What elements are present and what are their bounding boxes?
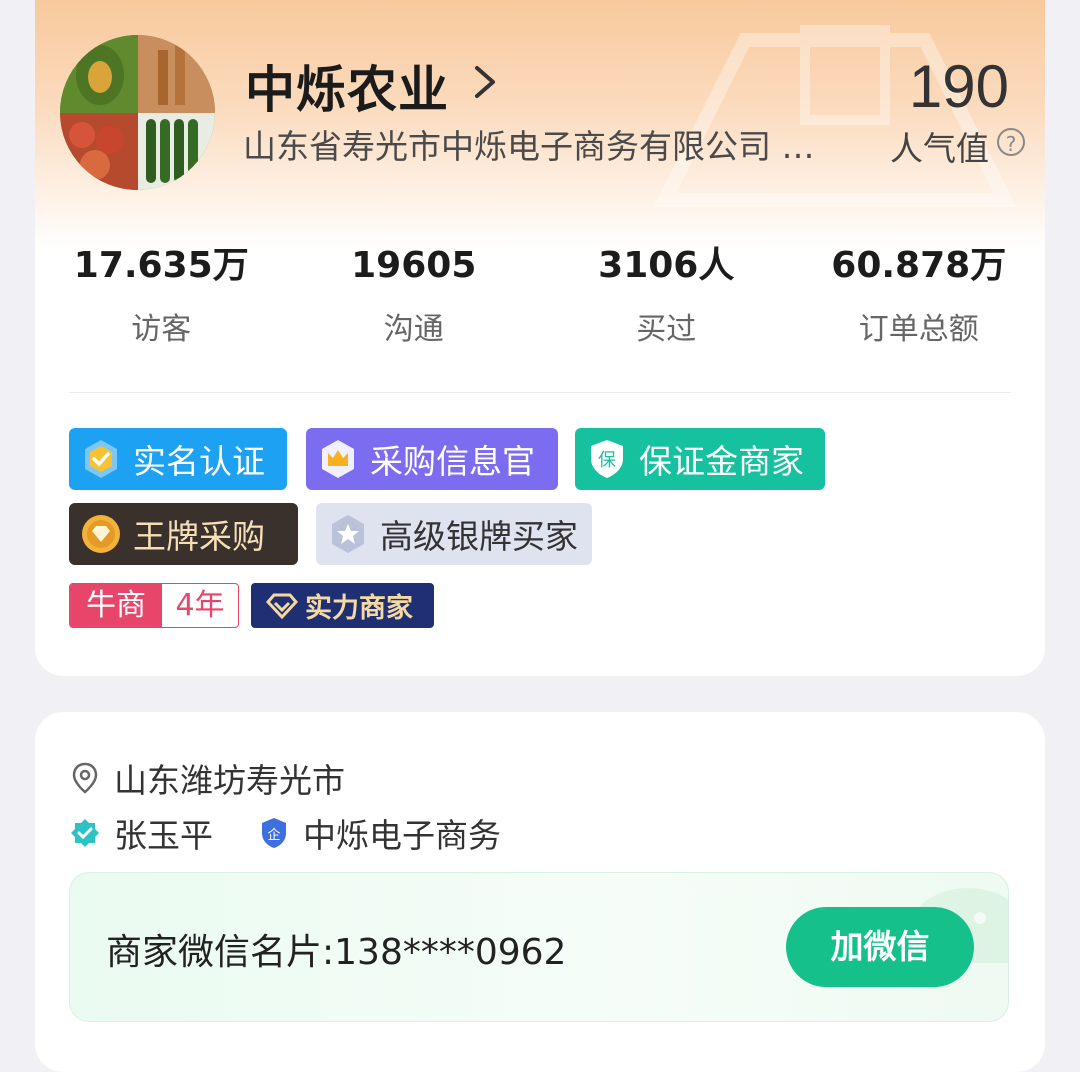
location-row: 山东潍坊寿光市: [70, 754, 345, 802]
chevron-right-icon[interactable]: [471, 62, 501, 102]
badge-ace-purchase[interactable]: 王牌采购: [69, 503, 298, 565]
stat-value: 19605: [351, 245, 477, 286]
svg-text:保: 保: [598, 450, 616, 471]
verified-person-icon: [71, 819, 99, 847]
diamond-medal-icon: [82, 515, 120, 553]
badge-label: 实力商家: [305, 593, 413, 624]
company-name: 山东省寿光市中烁电子商务有限公司 …: [243, 127, 815, 166]
popularity-value: 190: [908, 53, 1009, 120]
star-badge-icon: [332, 515, 364, 553]
person-name: 张玉平: [114, 816, 213, 855]
location-pin-icon: [72, 762, 98, 794]
stat-value: 60.878万: [831, 245, 1007, 286]
enterprise-shield-icon: 企: [262, 818, 286, 848]
badge-label: 实名认证: [133, 442, 265, 481]
diamond-icon: [265, 593, 299, 619]
popularity-label: 人气值: [890, 129, 989, 168]
stat-label: 订单总额: [858, 312, 979, 347]
badge-real-name[interactable]: 实名认证: [69, 428, 287, 490]
stat-value: 17.635万: [73, 245, 249, 286]
stat-label: 访客: [131, 312, 192, 347]
badge-niu-merchant[interactable]: 牛商 4年: [69, 583, 239, 628]
shield-icon: 保: [591, 440, 623, 478]
verified-icon: [85, 440, 117, 478]
niu-label: 牛商: [70, 584, 162, 627]
shop-avatar[interactable]: [60, 35, 215, 190]
person-row: 张玉平 企 中烁电子商务: [70, 809, 501, 857]
niu-years: 4年: [175, 588, 225, 623]
badge-deposit-merchant[interactable]: 保 保证金商家: [575, 428, 825, 490]
shop-name[interactable]: 中烁农业: [245, 50, 449, 122]
wechat-card: 商家微信名片:138****0962 加微信: [69, 872, 1009, 1022]
badge-label: 高级银牌买家: [380, 517, 578, 556]
location-text: 山东潍坊寿光市: [114, 761, 345, 800]
svg-text:企: 企: [267, 827, 280, 843]
help-icon[interactable]: ?: [997, 128, 1025, 156]
stat-value: 3106人: [598, 245, 735, 286]
stat-communications: 19605 沟通: [288, 240, 541, 348]
shop-card: 中烁农业 山东省寿光市中烁电子商务有限公司 … 190 人气值 ? 17.635…: [35, 0, 1045, 676]
badge-label: 王牌采购: [133, 517, 265, 556]
add-wechat-button[interactable]: 加微信: [786, 907, 974, 987]
stat-buyers: 3106人 买过: [540, 240, 793, 348]
badge-silver-buyer[interactable]: 高级银牌买家: [316, 503, 592, 565]
badge-label: 保证金商家: [639, 442, 804, 481]
crown-icon: [322, 440, 354, 478]
contact-card: 山东潍坊寿光市 张玉平 企 中烁电子商务 商家微信名片:138****0962 …: [35, 712, 1045, 1072]
stat-visitors: 17.635万 访客: [35, 240, 288, 348]
wechat-label: 商家微信名片:138****0962: [106, 932, 567, 973]
badge-purchase-officer[interactable]: 采购信息官: [306, 428, 558, 490]
stat-label: 沟通: [383, 312, 444, 347]
badge-label: 采购信息官: [370, 442, 535, 481]
stat-order-total: 60.878万 订单总额: [793, 240, 1046, 348]
badge-strength-merchant[interactable]: 实力商家: [251, 583, 434, 628]
company-short: 中烁电子商务: [303, 816, 501, 855]
stats-row: 17.635万 访客 19605 沟通 3106人 买过 60.878万 订单总…: [35, 240, 1045, 348]
divider: [69, 392, 1011, 393]
stat-label: 买过: [636, 312, 697, 347]
